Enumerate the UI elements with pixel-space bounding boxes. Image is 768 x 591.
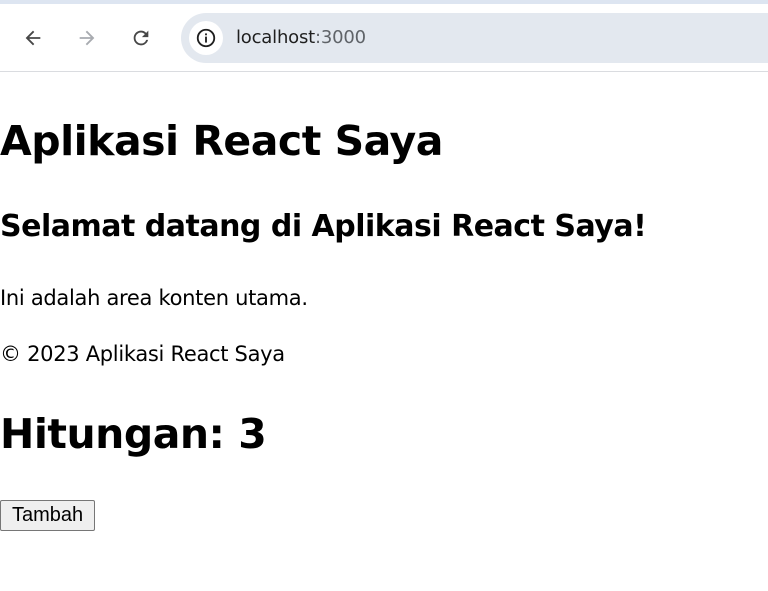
reload-button[interactable]: [125, 22, 157, 54]
url-port: :3000: [315, 27, 366, 48]
reload-icon: [133, 30, 149, 46]
arrow-left-icon: [25, 30, 41, 46]
footer-text: © 2023 Aplikasi React Saya: [0, 342, 285, 366]
browser-toolbar: localhost:3000: [0, 0, 768, 72]
tab-strip-edge: [0, 0, 768, 4]
counter-heading: Hitungan: 3: [0, 410, 267, 458]
welcome-heading: Selamat datang di Aplikasi React Saya!: [0, 209, 647, 244]
main-content-text: Ini adalah area konten utama.: [0, 286, 308, 310]
site-info-button[interactable]: [189, 21, 223, 55]
app-title: Aplikasi React Saya: [0, 117, 443, 165]
forward-button[interactable]: [71, 22, 103, 54]
url-text[interactable]: localhost:3000: [236, 26, 366, 50]
info-icon: [196, 28, 216, 48]
back-button[interactable]: [17, 22, 49, 54]
arrow-right-icon: [79, 30, 95, 46]
url-host: localhost: [236, 27, 315, 48]
increment-button[interactable]: Tambah: [0, 500, 96, 531]
address-bar[interactable]: localhost:3000: [181, 13, 768, 63]
